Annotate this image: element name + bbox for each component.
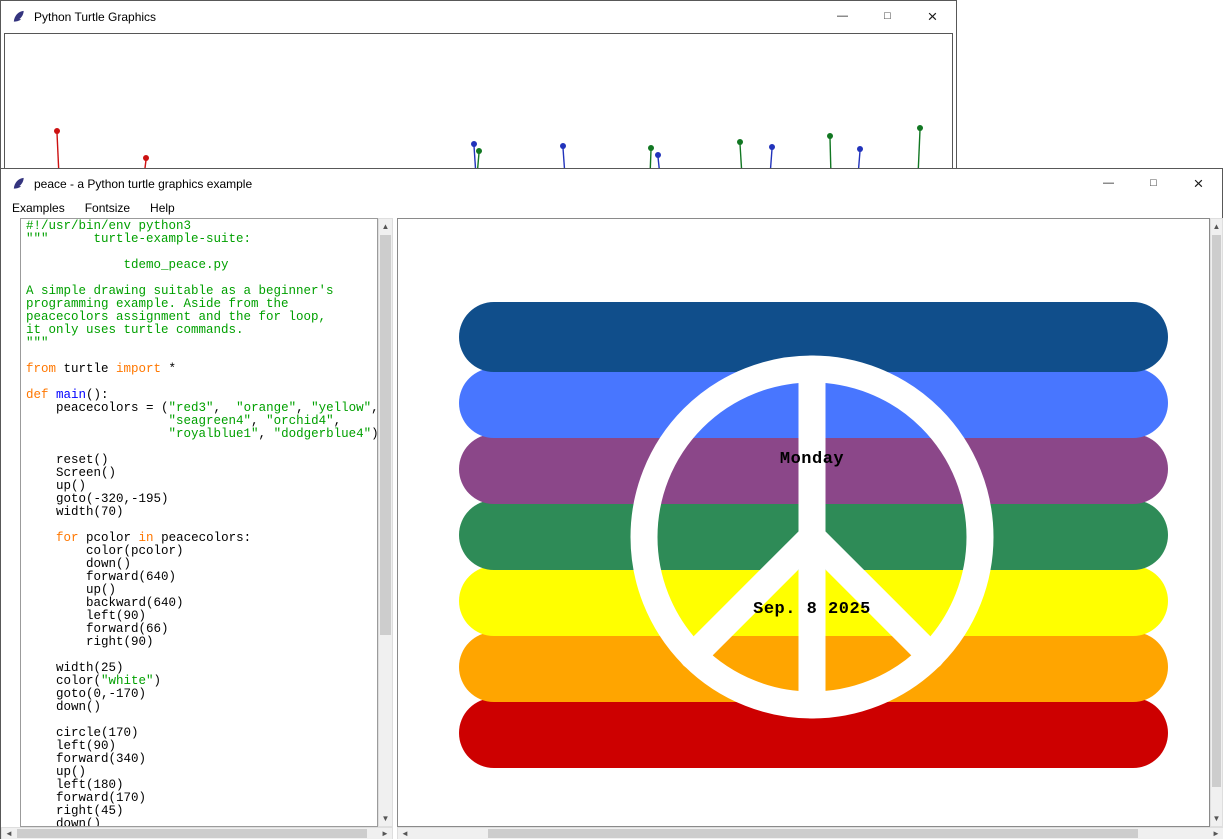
- peace-left-leg: [693, 537, 812, 656]
- peace-canvas-pane[interactable]: Monday Sep. 8 2025: [397, 218, 1210, 827]
- menubar: Examples Fontsize Help: [1, 198, 1222, 218]
- scroll-right-button[interactable]: ►: [378, 828, 392, 839]
- close-button[interactable]: ×: [1176, 169, 1221, 198]
- code-line: right(90): [26, 636, 377, 649]
- code-line: width(70): [26, 506, 377, 519]
- canvas-horizontal-scrollbar[interactable]: ◄ ►: [397, 827, 1223, 839]
- code-line: down(): [26, 701, 377, 714]
- code-line: """ turtle-example-suite:: [26, 233, 377, 246]
- code-horizontal-scrollbar[interactable]: ◄ ►: [1, 827, 393, 839]
- scroll-down-button[interactable]: ▼: [379, 811, 392, 826]
- code-hscroll-thumb[interactable]: [17, 829, 367, 838]
- minimize-button[interactable]: —: [820, 1, 865, 32]
- turtle-canvas[interactable]: [4, 33, 953, 175]
- peace-symbol: [398, 219, 1209, 826]
- scroll-up-button[interactable]: ▲: [379, 219, 392, 234]
- maximize-button[interactable]: □: [1131, 169, 1176, 198]
- menu-examples[interactable]: Examples: [3, 199, 74, 217]
- scroll-left-button[interactable]: ◄: [2, 828, 16, 839]
- code-line: from turtle import *: [26, 363, 377, 376]
- tk-feather-icon: [11, 9, 26, 24]
- minimize-icon: —: [837, 11, 848, 22]
- sapling: [917, 125, 923, 174]
- scroll-left-button[interactable]: ◄: [398, 828, 412, 839]
- window-title: peace - a Python turtle graphics example: [34, 177, 252, 191]
- menu-fontsize[interactable]: Fontsize: [76, 199, 139, 217]
- canvas-vscroll-thumb[interactable]: [1212, 235, 1221, 787]
- close-button[interactable]: ×: [910, 1, 955, 32]
- menu-help[interactable]: Help: [141, 199, 184, 217]
- code-line: tdemo_peace.py: [26, 259, 377, 272]
- turtle-window-titlebar[interactable]: Python Turtle Graphics — □ ×: [1, 1, 956, 32]
- date-text: Sep. 8 2025: [753, 600, 871, 619]
- maximize-icon: □: [1150, 178, 1157, 189]
- canvas-vertical-scrollbar[interactable]: ▲ ▼: [1210, 218, 1223, 827]
- maximize-button[interactable]: □: [865, 1, 910, 32]
- window-controls: — □ ×: [820, 1, 955, 32]
- close-icon: ×: [1194, 175, 1204, 192]
- window-title: Python Turtle Graphics: [34, 10, 156, 24]
- scroll-up-button[interactable]: ▲: [1211, 219, 1222, 234]
- peace-right-leg: [812, 537, 931, 656]
- tk-feather-icon: [11, 176, 26, 191]
- peace-example-window: peace - a Python turtle graphics example…: [0, 168, 1223, 839]
- window-controls: — □ ×: [1086, 169, 1221, 198]
- canvas-hscroll-thumb[interactable]: [488, 829, 1138, 838]
- maximize-icon: □: [884, 11, 891, 22]
- code-line: down(): [26, 818, 377, 827]
- minimize-button[interactable]: —: [1086, 169, 1131, 198]
- scroll-down-button[interactable]: ▼: [1211, 811, 1222, 826]
- code-line: it only uses turtle commands.: [26, 324, 377, 337]
- code-vscroll-thumb[interactable]: [380, 235, 391, 635]
- code-vertical-scrollbar[interactable]: ▲ ▼: [378, 218, 393, 827]
- peace-window-titlebar[interactable]: peace - a Python turtle graphics example…: [1, 169, 1222, 198]
- turtle-graphics-window: Python Turtle Graphics — □ ×: [0, 0, 957, 176]
- scroll-right-button[interactable]: ►: [1209, 828, 1223, 839]
- forest-svg: [5, 34, 952, 174]
- minimize-icon: —: [1103, 178, 1114, 189]
- code-text: #!/usr/bin/env python3""" turtle-example…: [21, 219, 377, 827]
- code-line: """: [26, 337, 377, 350]
- code-line: "royalblue1", "dodgerblue4"): [26, 428, 377, 441]
- close-icon: ×: [928, 8, 938, 25]
- code-editor-pane[interactable]: #!/usr/bin/env python3""" turtle-example…: [20, 218, 378, 827]
- day-text: Monday: [780, 450, 844, 469]
